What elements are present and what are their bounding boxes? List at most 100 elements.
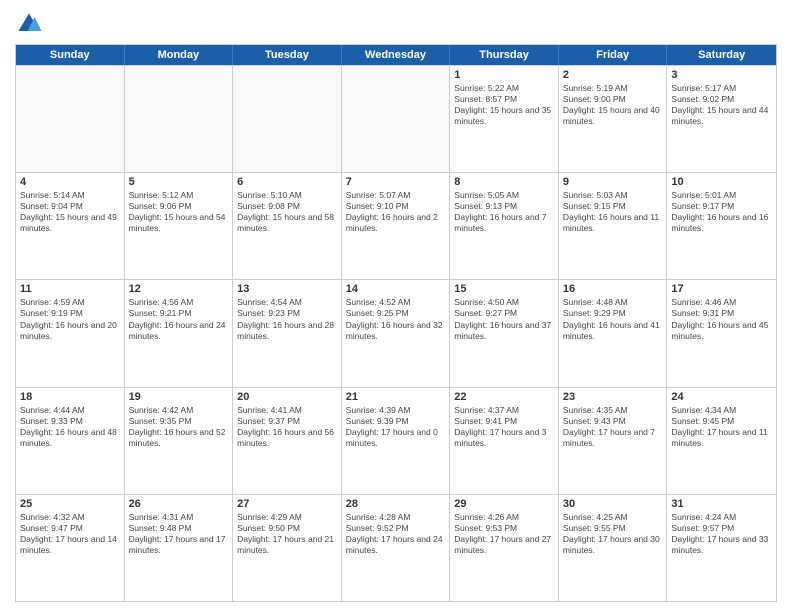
day-info: Sunrise: 5:03 AM Sunset: 9:15 PM Dayligh… xyxy=(563,190,663,234)
header xyxy=(15,10,777,38)
day-number: 31 xyxy=(671,498,772,510)
day-cell-17: 17 Sunrise: 4:46 AM Sunset: 9:31 PM Dayli… xyxy=(667,280,776,386)
day-number: 16 xyxy=(563,283,663,295)
day-cell-3: 3Sunrise: 5:17 AM Sunset: 9:02 PM Daylig… xyxy=(667,66,776,172)
day-number: 7 xyxy=(346,176,446,188)
day-info: Sunrise: 4:26 AM Sunset: 9:53 PM Dayligh… xyxy=(454,512,554,556)
day-number: 15 xyxy=(454,283,554,295)
day-cell-9: 9 Sunrise: 5:03 AM Sunset: 9:15 PM Daylig… xyxy=(559,173,668,279)
day-number: 19 xyxy=(129,391,229,403)
logo-icon xyxy=(15,10,43,38)
day-cell-30: 30Sunrise: 4:25 AM Sunset: 9:55 PM Dayli… xyxy=(559,495,668,601)
day-number: 5 xyxy=(129,176,229,188)
calendar-row-4: 25 Sunrise: 4:32 AM Sunset: 9:47 PM Dayli… xyxy=(16,494,776,601)
day-cell-19: 19 Sunrise: 4:42 AM Sunset: 9:35 PM Dayli… xyxy=(125,388,234,494)
day-number: 29 xyxy=(454,498,554,510)
day-info: Sunrise: 5:05 AM Sunset: 9:13 PM Dayligh… xyxy=(454,190,554,234)
page: SundayMondayTuesdayWednesdayThursdayFrid… xyxy=(0,0,792,612)
day-info: Sunrise: 4:48 AM Sunset: 9:29 PM Dayligh… xyxy=(563,297,663,341)
day-info: Sunrise: 5:14 AM Sunset: 9:04 PM Dayligh… xyxy=(20,190,120,234)
day-cell-14: 14Sunrise: 4:52 AM Sunset: 9:25 PM Dayli… xyxy=(342,280,451,386)
day-info: Sunrise: 5:19 AM Sunset: 9:00 PM Dayligh… xyxy=(563,83,663,127)
day-number: 27 xyxy=(237,498,337,510)
day-cell-10: 10 Sunrise: 5:01 AM Sunset: 9:17 PM Dayli… xyxy=(667,173,776,279)
day-cell-28: 28Sunrise: 4:28 AM Sunset: 9:52 PM Dayli… xyxy=(342,495,451,601)
weekday-header-monday: Monday xyxy=(125,45,234,65)
day-info: Sunrise: 4:42 AM Sunset: 9:35 PM Dayligh… xyxy=(129,405,229,449)
day-number: 1 xyxy=(454,69,554,81)
calendar-row-2: 11 Sunrise: 4:59 AM Sunset: 9:19 PM Dayli… xyxy=(16,279,776,386)
day-info: Sunrise: 5:22 AM Sunset: 8:57 PM Dayligh… xyxy=(454,83,554,127)
empty-cell xyxy=(233,66,342,172)
calendar-header: SundayMondayTuesdayWednesdayThursdayFrid… xyxy=(16,45,776,65)
day-cell-1: 1 Sunrise: 5:22 AM Sunset: 8:57 PM Daylig… xyxy=(450,66,559,172)
day-info: Sunrise: 4:44 AM Sunset: 9:33 PM Dayligh… xyxy=(20,405,120,449)
weekday-header-friday: Friday xyxy=(559,45,668,65)
day-cell-23: 23Sunrise: 4:35 AM Sunset: 9:43 PM Dayli… xyxy=(559,388,668,494)
day-number: 20 xyxy=(237,391,337,403)
day-info: Sunrise: 5:01 AM Sunset: 9:17 PM Dayligh… xyxy=(671,190,772,234)
day-cell-12: 12Sunrise: 4:56 AM Sunset: 9:21 PM Dayli… xyxy=(125,280,234,386)
calendar-row-3: 18 Sunrise: 4:44 AM Sunset: 9:33 PM Dayli… xyxy=(16,387,776,494)
day-cell-15: 15 Sunrise: 4:50 AM Sunset: 9:27 PM Dayli… xyxy=(450,280,559,386)
day-number: 24 xyxy=(671,391,772,403)
calendar-body: 1 Sunrise: 5:22 AM Sunset: 8:57 PM Daylig… xyxy=(16,65,776,601)
calendar-row-1: 4 Sunrise: 5:14 AM Sunset: 9:04 PM Daylig… xyxy=(16,172,776,279)
day-number: 21 xyxy=(346,391,446,403)
day-info: Sunrise: 4:59 AM Sunset: 9:19 PM Dayligh… xyxy=(20,297,120,341)
day-cell-18: 18 Sunrise: 4:44 AM Sunset: 9:33 PM Dayli… xyxy=(16,388,125,494)
calendar: SundayMondayTuesdayWednesdayThursdayFrid… xyxy=(15,44,777,602)
day-number: 26 xyxy=(129,498,229,510)
day-number: 4 xyxy=(20,176,120,188)
day-number: 6 xyxy=(237,176,337,188)
day-cell-27: 27 Sunrise: 4:29 AM Sunset: 9:50 PM Dayli… xyxy=(233,495,342,601)
day-info: Sunrise: 4:54 AM Sunset: 9:23 PM Dayligh… xyxy=(237,297,337,341)
day-cell-5: 5Sunrise: 5:12 AM Sunset: 9:06 PM Daylig… xyxy=(125,173,234,279)
day-cell-25: 25 Sunrise: 4:32 AM Sunset: 9:47 PM Dayli… xyxy=(16,495,125,601)
day-number: 25 xyxy=(20,498,120,510)
day-cell-26: 26 Sunrise: 4:31 AM Sunset: 9:48 PM Dayli… xyxy=(125,495,234,601)
day-info: Sunrise: 4:24 AM Sunset: 9:57 PM Dayligh… xyxy=(671,512,772,556)
day-number: 10 xyxy=(671,176,772,188)
calendar-row-0: 1 Sunrise: 5:22 AM Sunset: 8:57 PM Daylig… xyxy=(16,65,776,172)
day-info: Sunrise: 4:32 AM Sunset: 9:47 PM Dayligh… xyxy=(20,512,120,556)
day-cell-20: 20 Sunrise: 4:41 AM Sunset: 9:37 PM Dayli… xyxy=(233,388,342,494)
day-cell-4: 4 Sunrise: 5:14 AM Sunset: 9:04 PM Daylig… xyxy=(16,173,125,279)
day-number: 2 xyxy=(563,69,663,81)
day-info: Sunrise: 4:46 AM Sunset: 9:31 PM Dayligh… xyxy=(671,297,772,341)
day-cell-2: 2 Sunrise: 5:19 AM Sunset: 9:00 PM Daylig… xyxy=(559,66,668,172)
day-number: 30 xyxy=(563,498,663,510)
day-number: 9 xyxy=(563,176,663,188)
day-info: Sunrise: 4:52 AM Sunset: 9:25 PM Dayligh… xyxy=(346,297,446,341)
day-cell-31: 31 Sunrise: 4:24 AM Sunset: 9:57 PM Dayli… xyxy=(667,495,776,601)
day-number: 12 xyxy=(129,283,229,295)
empty-cell xyxy=(125,66,234,172)
logo xyxy=(15,10,45,38)
day-number: 13 xyxy=(237,283,337,295)
weekday-header-sunday: Sunday xyxy=(16,45,125,65)
day-info: Sunrise: 5:10 AM Sunset: 9:08 PM Dayligh… xyxy=(237,190,337,234)
weekday-header-saturday: Saturday xyxy=(667,45,776,65)
weekday-header-thursday: Thursday xyxy=(450,45,559,65)
day-number: 23 xyxy=(563,391,663,403)
day-info: Sunrise: 4:34 AM Sunset: 9:45 PM Dayligh… xyxy=(671,405,772,449)
day-number: 22 xyxy=(454,391,554,403)
day-cell-16: 16 Sunrise: 4:48 AM Sunset: 9:29 PM Dayli… xyxy=(559,280,668,386)
day-number: 11 xyxy=(20,283,120,295)
day-number: 18 xyxy=(20,391,120,403)
day-info: Sunrise: 4:41 AM Sunset: 9:37 PM Dayligh… xyxy=(237,405,337,449)
day-number: 17 xyxy=(671,283,772,295)
day-info: Sunrise: 5:17 AM Sunset: 9:02 PM Dayligh… xyxy=(671,83,772,127)
empty-cell xyxy=(16,66,125,172)
weekday-header-wednesday: Wednesday xyxy=(342,45,451,65)
day-cell-6: 6 Sunrise: 5:10 AM Sunset: 9:08 PM Daylig… xyxy=(233,173,342,279)
day-cell-8: 8 Sunrise: 5:05 AM Sunset: 9:13 PM Daylig… xyxy=(450,173,559,279)
day-info: Sunrise: 4:50 AM Sunset: 9:27 PM Dayligh… xyxy=(454,297,554,341)
empty-cell xyxy=(342,66,451,172)
day-cell-22: 22 Sunrise: 4:37 AM Sunset: 9:41 PM Dayli… xyxy=(450,388,559,494)
day-info: Sunrise: 4:29 AM Sunset: 9:50 PM Dayligh… xyxy=(237,512,337,556)
day-info: Sunrise: 4:37 AM Sunset: 9:41 PM Dayligh… xyxy=(454,405,554,449)
day-info: Sunrise: 4:31 AM Sunset: 9:48 PM Dayligh… xyxy=(129,512,229,556)
day-number: 8 xyxy=(454,176,554,188)
day-cell-11: 11 Sunrise: 4:59 AM Sunset: 9:19 PM Dayli… xyxy=(16,280,125,386)
